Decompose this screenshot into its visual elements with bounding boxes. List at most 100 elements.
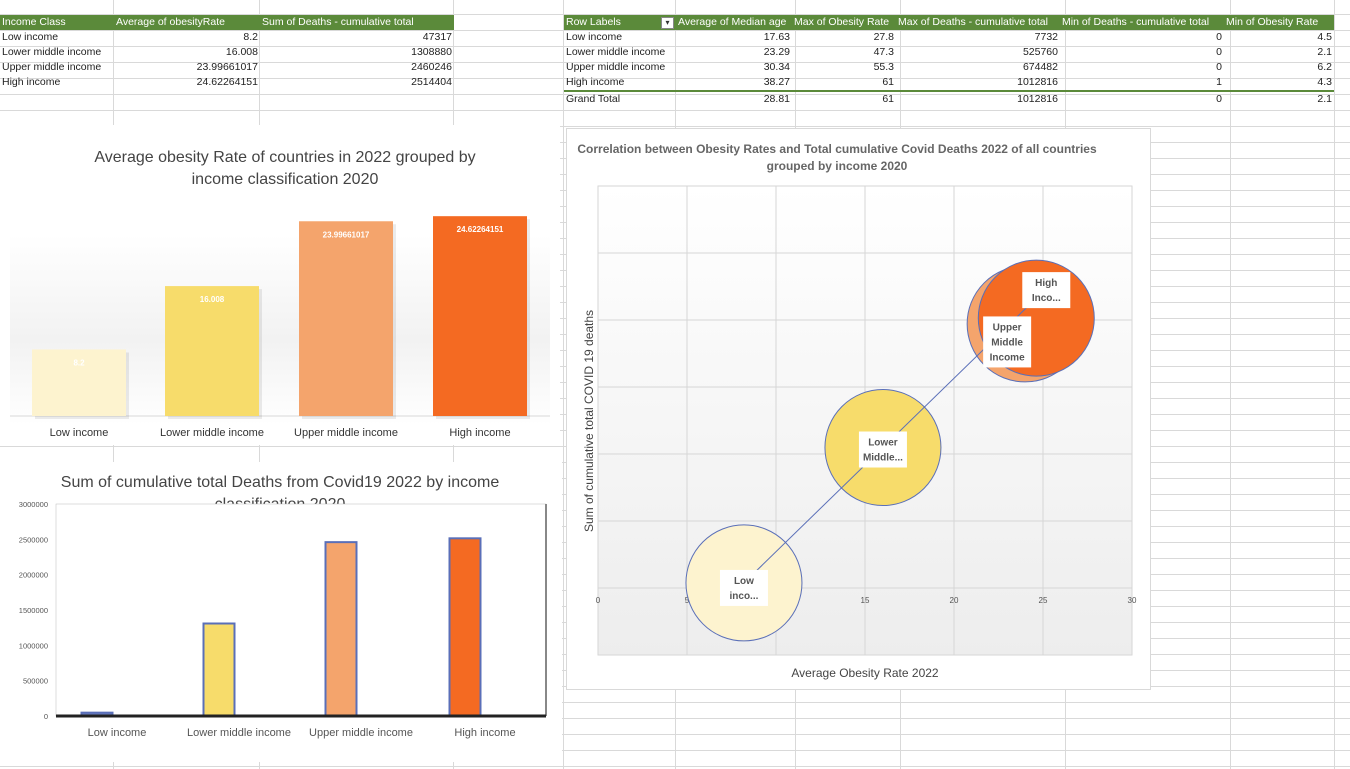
table-cell[interactable]: 27.8	[792, 30, 896, 45]
bar	[433, 216, 527, 416]
column-header[interactable]: Average of Median age	[676, 15, 792, 30]
x-tick-label: Lower middle income	[160, 427, 264, 439]
table-cell[interactable]: 0	[1060, 90, 1224, 107]
table-cell[interactable]: Lower middle income	[564, 45, 676, 60]
column-header[interactable]: Max of Deaths - cumulative total	[896, 15, 1060, 30]
x-tick-label: 30	[1128, 596, 1137, 605]
column-header[interactable]: Min of Obesity Rate	[1224, 15, 1334, 30]
table-cell[interactable]: 61	[792, 75, 896, 91]
deaths-bar-plot: 0 500000 1000000 1500000 2000000 2500000 30000…	[19, 500, 547, 739]
bar	[165, 286, 259, 416]
table-cell[interactable]: Grand Total	[564, 90, 676, 107]
table-header-row: Income Class Average of obesityRate Sum …	[0, 15, 454, 30]
table-cell[interactable]: 47.3	[792, 45, 896, 60]
table-cell[interactable]: Low income	[564, 30, 676, 45]
table-cell[interactable]: 38.27	[676, 75, 792, 91]
x-tick-label: 0	[596, 596, 601, 605]
table-cell[interactable]: 7732	[896, 30, 1060, 45]
y-tick-label: 0	[44, 712, 48, 721]
table-cell[interactable]: 1308880	[260, 45, 454, 60]
table-row: Upper middle income 30.34 55.3 674482 0 6.2	[564, 60, 1334, 75]
x-tick-label: Upper middle income	[294, 427, 398, 439]
table-cell[interactable]: 55.3	[792, 60, 896, 75]
table-cell[interactable]: 674482	[896, 60, 1060, 75]
table-cell[interactable]: Low income	[0, 30, 114, 45]
column-header[interactable]: Min of Deaths - cumulative total	[1060, 15, 1224, 30]
table-cell[interactable]: 30.34	[676, 60, 792, 75]
x-tick-label: Lower middle income	[187, 727, 291, 739]
table-cell[interactable]: Upper middle income	[564, 60, 676, 75]
table-cell[interactable]: 0	[1060, 45, 1224, 60]
table-cell[interactable]: 47317	[260, 30, 454, 45]
deaths-bar-chart[interactable]: Sum of cumulative total Deaths from Covi…	[0, 462, 562, 762]
table-cell[interactable]: 1	[1060, 75, 1224, 91]
y-tick-label: 2000000	[19, 571, 48, 580]
bar	[324, 541, 358, 718]
data-label: 24.62264151	[457, 225, 504, 234]
column-header[interactable]: Row Labels ▾	[564, 15, 676, 30]
column-header[interactable]: Sum of Deaths - cumulative total	[260, 15, 454, 30]
table-cell[interactable]: 1012816	[896, 90, 1060, 107]
table-cell[interactable]: 23.29	[676, 45, 792, 60]
y-tick-label: 2500000	[19, 535, 48, 544]
grand-total-row: Grand Total 28.81 61 1012816 0 2.1	[564, 90, 1334, 107]
x-tick-label: High income	[449, 427, 510, 439]
table-cell[interactable]: 525760	[896, 45, 1060, 60]
pivot-table: Row Labels ▾ Average of Median age Max o…	[564, 15, 1334, 107]
bubble-chart[interactable]: Correlation between Obesity Rates and To…	[566, 128, 1151, 690]
table-cell[interactable]: 4.5	[1224, 30, 1334, 45]
table-cell[interactable]: 17.63	[676, 30, 792, 45]
bubble-plot: 051015202530Lowinco...LowerMiddle...Uppe…	[582, 185, 1137, 680]
table-cell[interactable]: 61	[792, 90, 896, 107]
y-tick-label: 500000	[23, 677, 48, 686]
table-header-row: Row Labels ▾ Average of Median age Max o…	[564, 15, 1334, 30]
y-tick-label: 1000000	[19, 641, 48, 650]
column-header[interactable]: Max of Obesity Rate	[792, 15, 896, 30]
y-tick-label: 1500000	[19, 606, 48, 615]
table-cell[interactable]: 4.3	[1224, 75, 1334, 91]
x-tick-label: Upper middle income	[309, 727, 413, 739]
table-cell[interactable]: 0	[1060, 60, 1224, 75]
table-cell[interactable]: 8.2	[114, 30, 260, 45]
table-row: Upper middle income 23.99661017 2460246	[0, 60, 454, 75]
table-cell[interactable]: 24.62264151	[114, 75, 260, 90]
table-row: High income 24.62264151 2514404	[0, 75, 454, 90]
data-label: 8.2	[73, 358, 85, 367]
table-cell[interactable]: 6.2	[1224, 60, 1334, 75]
obesity-bar-chart[interactable]: Average obesity Rate of countries in 202…	[0, 125, 560, 445]
table-cell[interactable]: 2.1	[1224, 90, 1334, 107]
data-label: 23.99661017	[323, 230, 370, 239]
column-divider	[563, 0, 564, 769]
data-label: Upper Middle Income	[990, 322, 1025, 363]
y-tick-label: 3000000	[19, 500, 48, 509]
sort-filter-icon[interactable]: ▾	[661, 17, 674, 29]
table-cell[interactable]: 0	[1060, 30, 1224, 45]
table-cell[interactable]: 2514404	[260, 75, 454, 90]
x-tick-label: 20	[950, 596, 959, 605]
column-divider	[1334, 0, 1335, 769]
table-cell[interactable]: High income	[0, 75, 114, 90]
table-cell[interactable]: Upper middle income	[0, 60, 114, 75]
table-cell[interactable]: 28.81	[676, 90, 792, 107]
table-row: High income 38.27 61 1012816 1 4.3	[564, 75, 1334, 91]
y-axis-title: Sum of cumulative total COVID 19 deaths	[582, 310, 596, 532]
x-tick-label: 25	[1039, 596, 1048, 605]
table-cell[interactable]: 1012816	[896, 75, 1060, 91]
bar	[448, 537, 482, 718]
table-cell[interactable]: 2460246	[260, 60, 454, 75]
x-tick-label: Low income	[50, 427, 109, 439]
table-cell[interactable]: High income	[564, 75, 676, 91]
table-cell[interactable]: Lower middle income	[0, 45, 114, 60]
column-divider	[1230, 0, 1231, 769]
table-cell[interactable]: 23.99661017	[114, 60, 260, 75]
bar	[202, 622, 236, 717]
column-header[interactable]: Income Class	[0, 15, 114, 30]
table-cell[interactable]: 2.1	[1224, 45, 1334, 60]
bar	[299, 221, 393, 416]
table-row: Low income 8.2 47317	[0, 30, 454, 45]
x-tick-label: High income	[454, 727, 515, 739]
x-tick-label: 15	[861, 596, 870, 605]
column-header[interactable]: Average of obesityRate	[114, 15, 260, 30]
table-cell[interactable]: 16.008	[114, 45, 260, 60]
income-summary-table: Income Class Average of obesityRate Sum …	[0, 15, 454, 90]
